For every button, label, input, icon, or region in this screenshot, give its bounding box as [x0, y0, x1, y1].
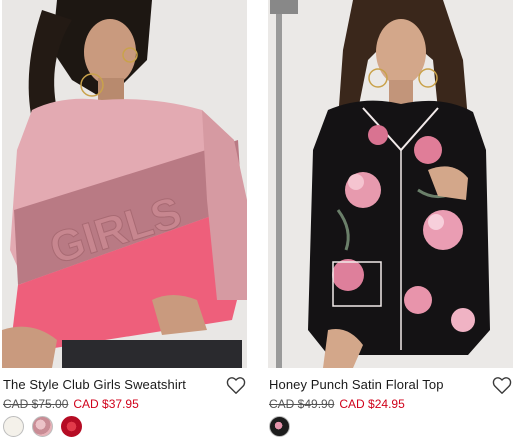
color-swatches	[269, 416, 290, 437]
wishlist-button[interactable]	[225, 374, 247, 396]
product-card[interactable]: GIRLS The Style Club Girls Sweatshirt CA…	[2, 0, 247, 437]
original-price: CAD $75.00	[3, 397, 69, 411]
swatch-red-pattern[interactable]	[61, 416, 82, 437]
floral-top-photo	[268, 0, 513, 368]
sale-price: CAD $24.95	[339, 397, 405, 411]
swatch-pink-pattern[interactable]	[32, 416, 53, 437]
product-name[interactable]: Honey Punch Satin Floral Top	[269, 377, 444, 392]
sale-price: CAD $37.95	[73, 397, 139, 411]
heart-outline-icon	[492, 377, 512, 394]
original-price: CAD $49.90	[269, 397, 335, 411]
heart-outline-icon	[226, 377, 246, 394]
swatch-cream[interactable]	[3, 416, 24, 437]
product-name[interactable]: The Style Club Girls Sweatshirt	[3, 377, 186, 392]
product-image[interactable]: GIRLS	[2, 0, 247, 368]
wishlist-button[interactable]	[491, 374, 513, 396]
sweatshirt-photo: GIRLS	[2, 0, 247, 368]
product-image[interactable]	[268, 0, 513, 368]
product-card[interactable]: Honey Punch Satin Floral Top CAD $49.90 C…	[268, 0, 513, 437]
price-row: CAD $75.00 CAD $37.95	[3, 397, 139, 411]
swatch-black-floral[interactable]	[269, 416, 290, 437]
color-swatches	[3, 416, 82, 437]
price-row: CAD $49.90 CAD $24.95	[269, 397, 405, 411]
